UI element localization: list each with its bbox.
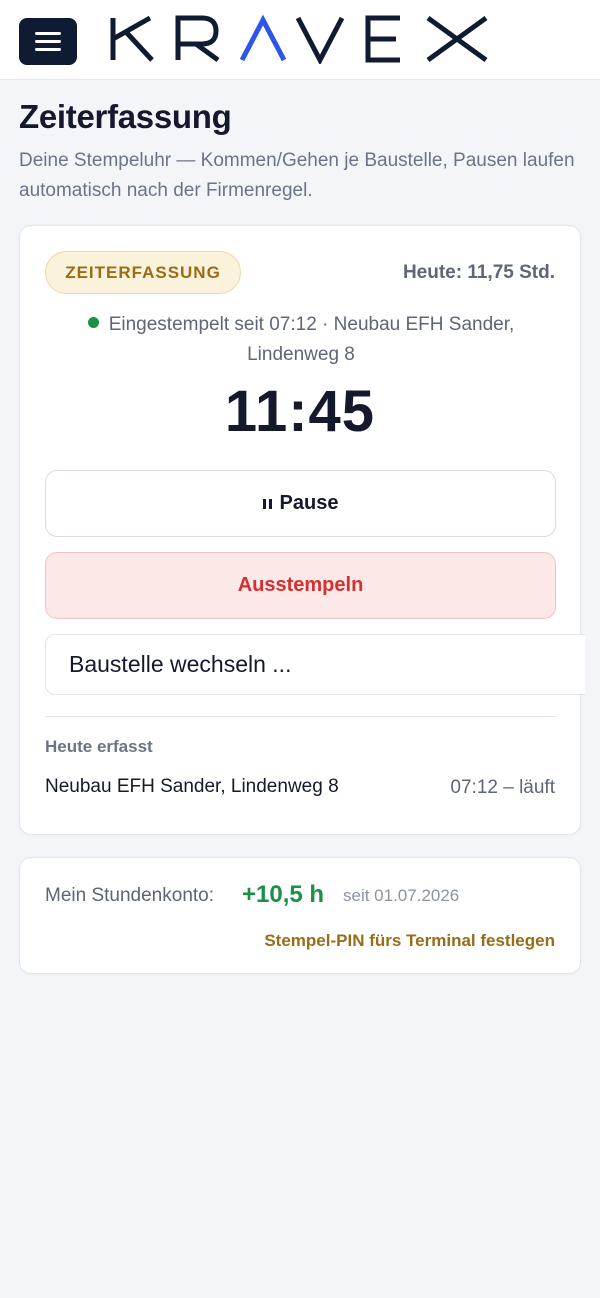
status-dot-icon: [87, 317, 99, 328]
page-title: Zeiterfassung: [19, 98, 232, 135]
clock-status-text: Eingestempelt seit 07:12 · Neubau EFH Sa…: [108, 314, 515, 365]
switch-site-placeholder: Baustelle wechseln ...: [69, 651, 292, 677]
balance-since: seit 01.07.2026: [343, 886, 460, 905]
today-total: Heute: 11,75 Std.: [402, 262, 555, 283]
balance-value: +10,5 h: [242, 881, 325, 908]
time-clock-card: ZEITERFASSUNG Heute: 11,75 Std. Eingeste…: [19, 225, 585, 835]
entry-site: Neubau EFH Sander, Lindenweg 8: [45, 776, 339, 797]
elapsed-timer: 11:45: [224, 379, 376, 444]
kravex-logo: [110, 14, 488, 64]
switch-site-select[interactable]: Baustelle wechseln ...: [45, 634, 585, 695]
pause-button[interactable]: Pause: [45, 470, 556, 537]
clock-status: Eingestempelt seit 07:12 · Neubau EFH Sa…: [50, 310, 552, 370]
divider: [45, 716, 556, 717]
clock-out-button-label: Ausstempeln: [237, 574, 364, 596]
section-badge: ZEITERFASSUNG: [45, 251, 241, 294]
pause-icon: [262, 498, 272, 509]
set-pin-link[interactable]: Stempel-PIN fürs Terminal festlegen: [264, 931, 555, 951]
today-entries-heading: Heute erfasst: [45, 737, 153, 756]
page-subtitle: Deine Stempeluhr — Kommen/Gehen je Baust…: [19, 150, 575, 201]
pause-button-label: Pause: [279, 492, 339, 514]
hours-balance-card: Mein Stundenkonto: +10,5 h seit 01.07.20…: [19, 857, 581, 974]
menu-icon: [35, 32, 61, 35]
clock-out-button[interactable]: Ausstempeln: [45, 552, 556, 619]
top-bar: [0, 0, 600, 80]
balance-label: Mein Stundenkonto:: [45, 885, 215, 906]
entry-time: 07:12 – läuft: [450, 777, 555, 798]
menu-button[interactable]: [19, 18, 77, 65]
